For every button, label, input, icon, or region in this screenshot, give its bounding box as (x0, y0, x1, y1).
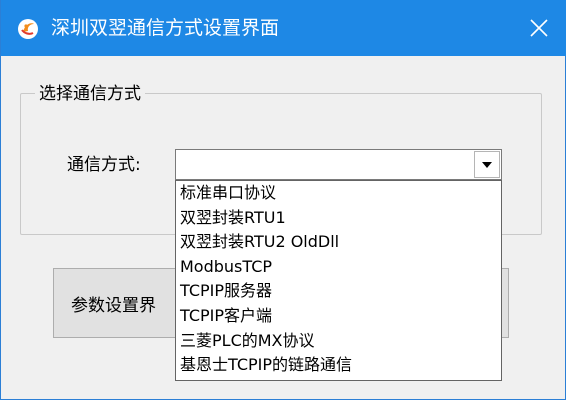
dropdown-option[interactable]: TCPIP客户端 (176, 304, 501, 329)
combo-dropdown-button[interactable] (474, 151, 500, 178)
groupbox-title: 选择通信方式 (35, 79, 145, 104)
communication-mode-label: 通信方式: (67, 155, 141, 175)
dropdown-option[interactable]: 基恩士TCPIP的链路通信 (176, 353, 501, 378)
dropdown-option[interactable]: TCPIP服务器 (176, 279, 501, 304)
dropdown-option[interactable]: 双翌封装RTU2 OldDll (176, 230, 501, 255)
title-bar[interactable]: 深圳双翌通信方式设置界面 (1, 0, 566, 56)
app-logo-icon (18, 19, 38, 39)
dropdown-option[interactable]: ModbusTCP (176, 255, 501, 280)
parameter-settings-label: 参数设置界 (71, 295, 156, 316)
dropdown-option[interactable]: 标准串口协议 (176, 181, 501, 206)
communication-mode-select[interactable] (175, 149, 502, 180)
dropdown-option[interactable]: 三菱PLC的MX协议 (176, 329, 501, 354)
communication-mode-dropdown-list: 标准串口协议 双翌封装RTU1 双翌封装RTU2 OldDll ModbusTC… (175, 180, 502, 381)
dropdown-option[interactable]: 双翌封装RTU1 (176, 206, 501, 231)
window-title: 深圳双翌通信方式设置界面 (51, 17, 280, 39)
close-icon (530, 19, 548, 37)
settings-window: 深圳双翌通信方式设置界面 选择通信方式 通信方式: 参数设置界 标准串口协议 双… (0, 0, 566, 400)
chevron-down-icon (482, 161, 492, 168)
close-button[interactable] (511, 0, 566, 56)
